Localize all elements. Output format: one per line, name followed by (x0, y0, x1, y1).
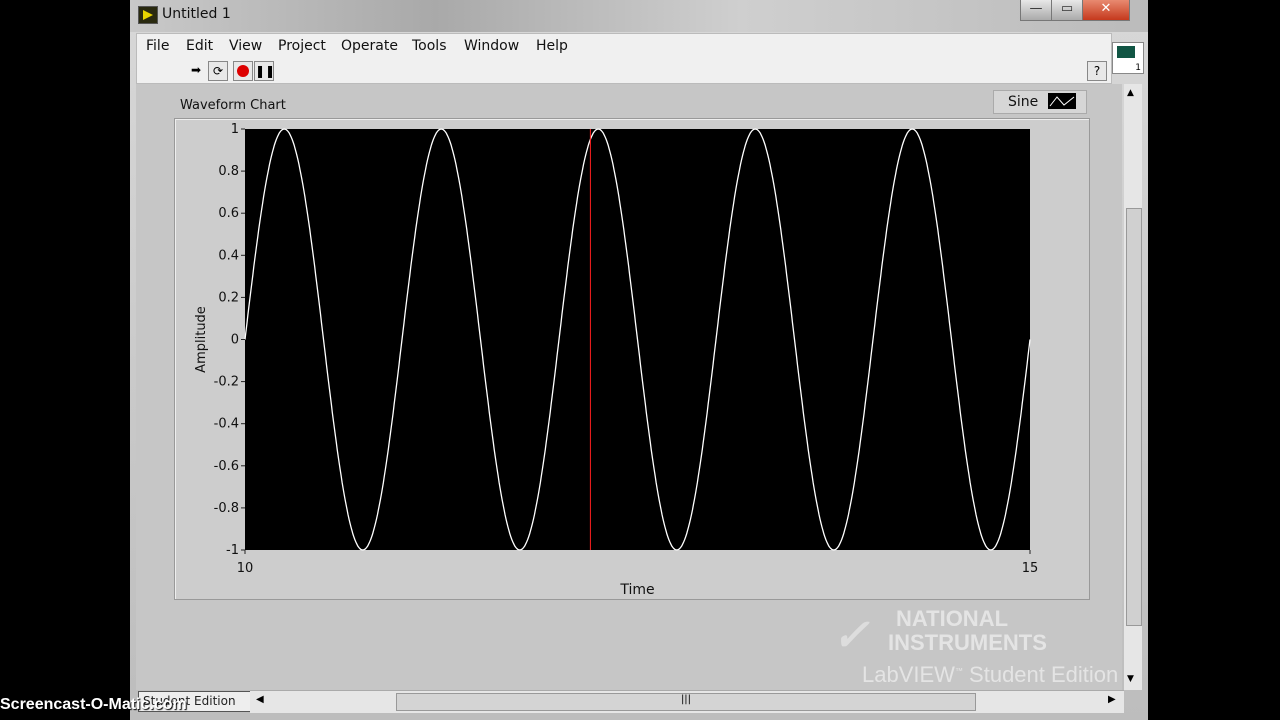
labview-window: Untitled 1 — ▭ ✕ File Edit View Project … (130, 0, 1148, 720)
y-tick-label: 0.6 (218, 206, 239, 221)
minimize-button[interactable]: — (1020, 0, 1052, 21)
menu-operate[interactable]: Operate (341, 38, 398, 54)
y-tick-label: 0.4 (218, 248, 239, 263)
y-tick-label: -0.4 (214, 417, 239, 432)
screencast-watermark: Screencast-O-Matic.com (0, 696, 187, 713)
labview-app-icon (138, 6, 158, 24)
run-arrow-icon[interactable]: ➡ (187, 61, 205, 79)
menu-view[interactable]: View (229, 38, 262, 54)
vi-connector-icon[interactable]: 1 (1112, 42, 1144, 74)
menu-tools[interactable]: Tools (412, 38, 447, 54)
x-tick-label: 10 (237, 561, 254, 576)
menu-help[interactable]: Help (536, 38, 568, 54)
menu-bar: File Edit View Project Operate Tools Win… (136, 33, 1112, 59)
waveform-chart[interactable]: 1 0.8 0.6 0.4 0.2 0 -0.2 -0.4 -0.6 -0.8 -1 10 15 Time… (174, 118, 1090, 600)
horizontal-scrollbar[interactable]: ◀ ||| ▶ (250, 690, 1124, 713)
horizontal-scroll-thumb[interactable]: ||| (396, 693, 976, 711)
vertical-scroll-thumb[interactable] (1126, 208, 1142, 626)
toolbar: ➡ ⟳ ❚❚ ? (136, 58, 1112, 84)
plot-legend[interactable]: Sine (993, 90, 1087, 114)
scroll-down-icon[interactable]: ▼ (1127, 674, 1134, 684)
maximize-button[interactable]: ▭ (1051, 0, 1083, 21)
x-tick-label: 15 (1022, 561, 1039, 576)
y-tick-label: -0.8 (214, 501, 239, 516)
y-tick-label: -0.6 (214, 459, 239, 474)
window-title: Untitled 1 (162, 6, 231, 22)
close-button[interactable]: ✕ (1082, 0, 1130, 21)
menu-window[interactable]: Window (464, 38, 519, 54)
scroll-left-icon[interactable]: ◀ (256, 694, 264, 705)
run-continuously-icon[interactable]: ⟳ (208, 61, 228, 81)
help-button[interactable]: ? (1087, 61, 1107, 81)
chart-label: Waveform Chart (180, 98, 286, 113)
vertical-scrollbar[interactable]: ▲ ▼ (1124, 84, 1142, 690)
front-panel: Waveform Chart Sine 1 0.8 0.6 0.4 0.2 0 -0.2 -0… (136, 84, 1122, 690)
scroll-up-icon[interactable]: ▲ (1127, 88, 1134, 98)
menu-file[interactable]: File (146, 38, 169, 54)
abort-icon[interactable] (233, 61, 253, 81)
legend-series-name: Sine (1008, 94, 1039, 110)
y-tick-label: 0 (231, 333, 239, 348)
scroll-right-icon[interactable]: ▶ (1108, 694, 1116, 705)
menu-edit[interactable]: Edit (186, 38, 213, 54)
y-tick-label: 0.2 (218, 290, 239, 305)
chart-svg: 1 0.8 0.6 0.4 0.2 0 -0.2 -0.4 -0.6 -0.8 -1 10 15 Time… (194, 122, 1039, 598)
y-tick-label: 1 (231, 122, 239, 137)
title-bar: Untitled 1 — ▭ ✕ (130, 0, 1148, 32)
y-tick-label: 0.8 (218, 164, 239, 179)
y-tick-label: -0.2 (214, 375, 239, 390)
x-axis-label: Time (619, 582, 654, 598)
legend-line-swatch (1048, 93, 1076, 109)
y-axis-label: Amplitude (194, 306, 209, 373)
pause-icon[interactable]: ❚❚ (254, 61, 275, 81)
menu-project[interactable]: Project (278, 38, 326, 54)
y-tick-label: -1 (226, 543, 239, 558)
